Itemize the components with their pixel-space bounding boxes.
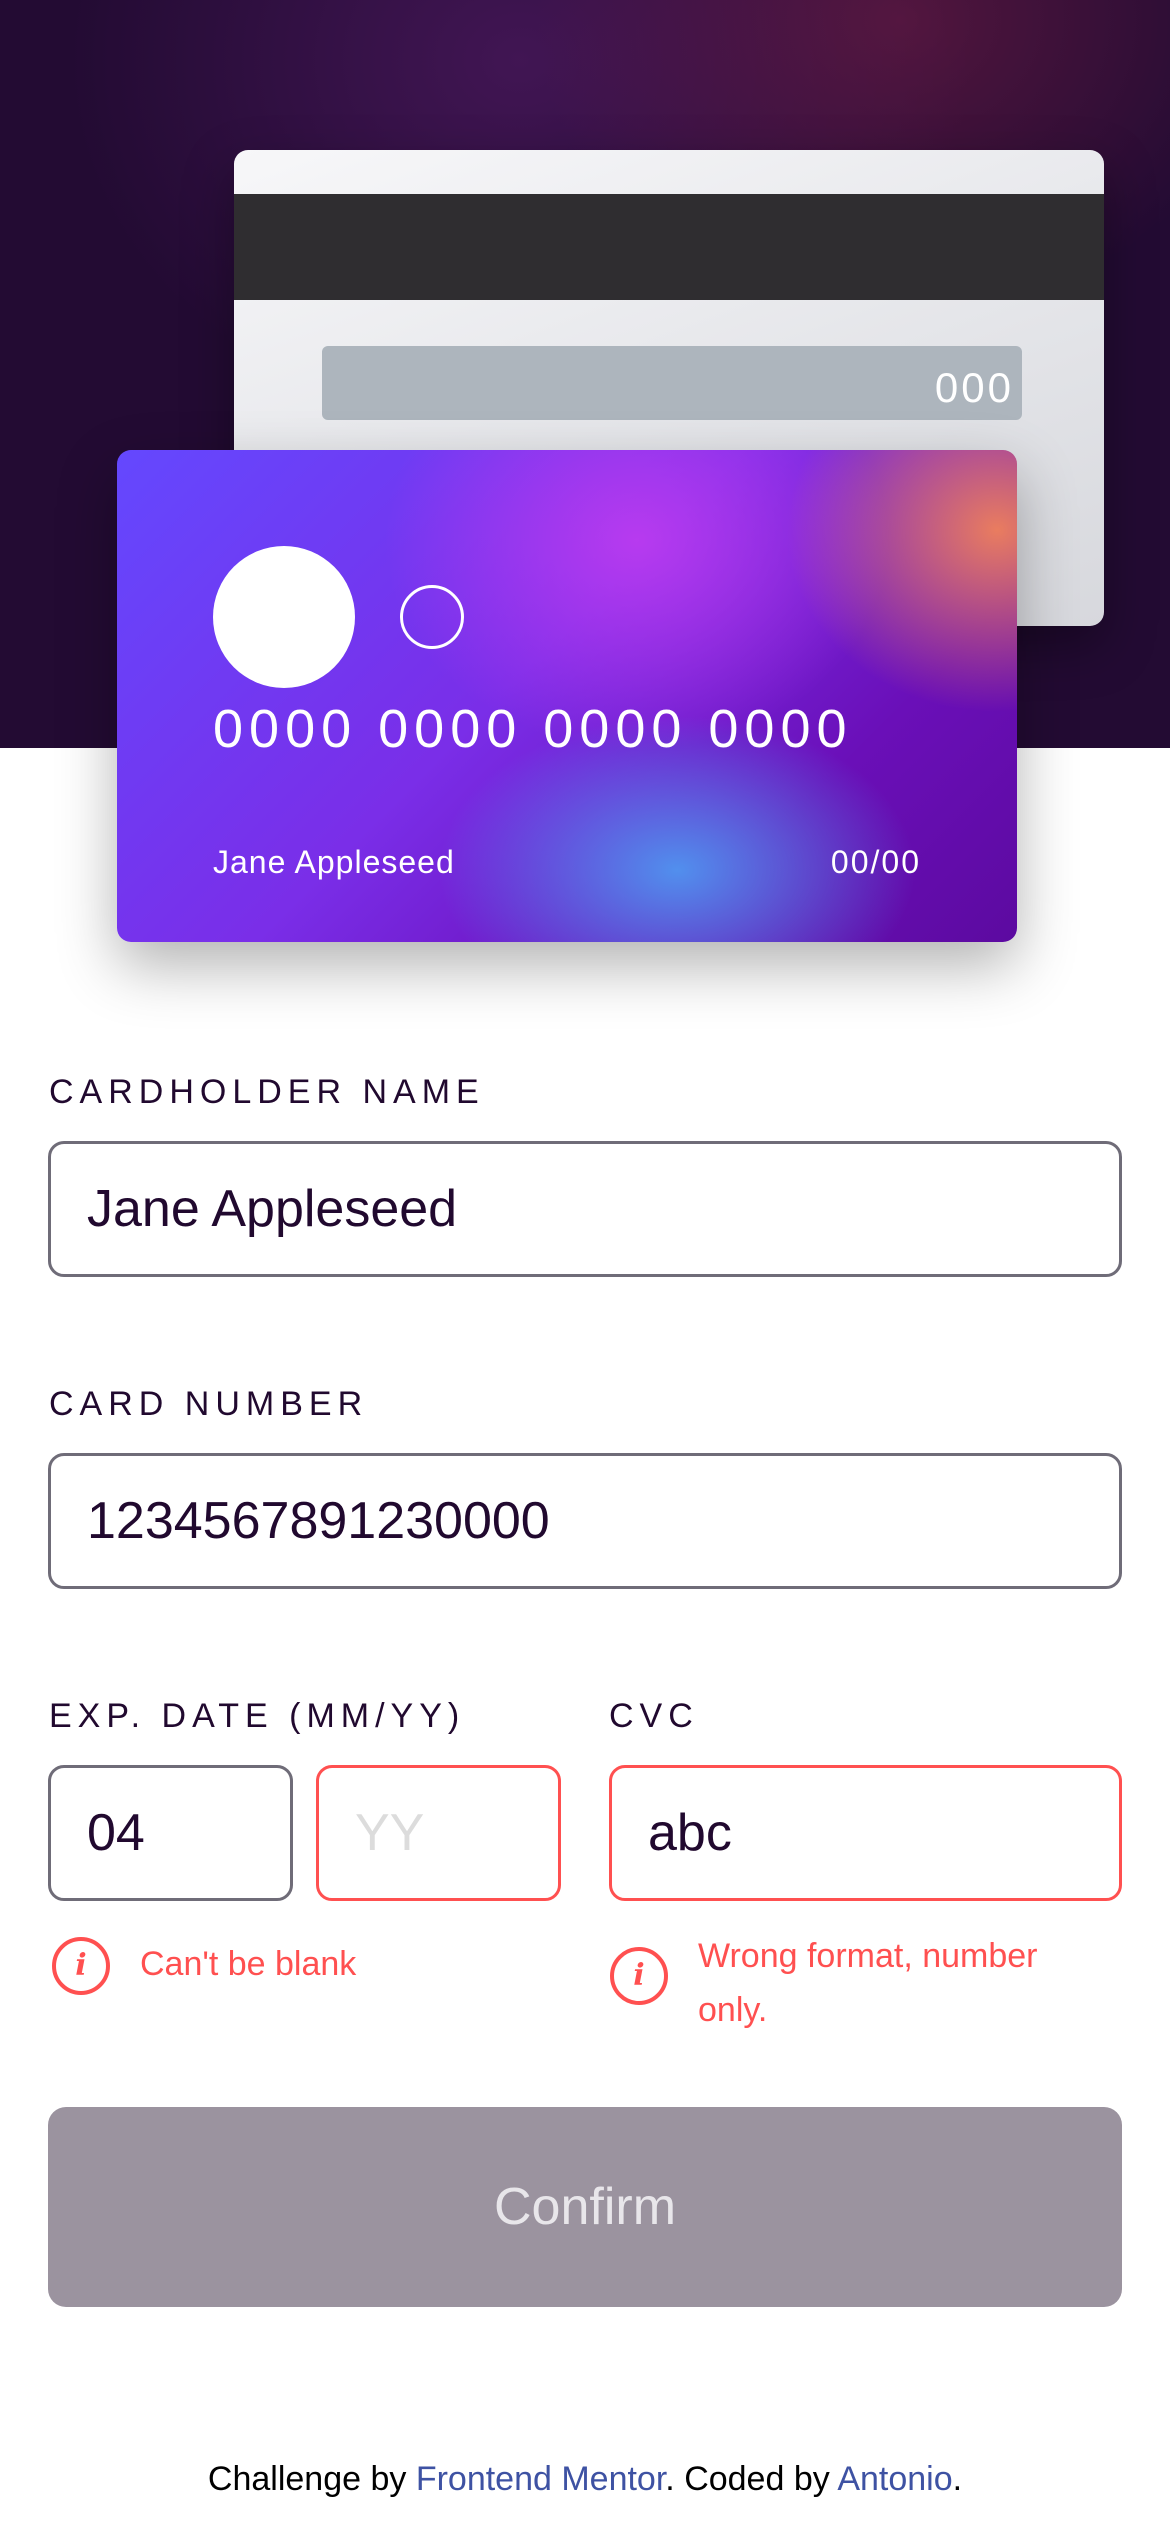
exp-year-input[interactable] xyxy=(316,1765,561,1901)
footer: Challenge by Frontend Mentor. Coded by A… xyxy=(0,2460,1170,2499)
cvc-error-line2: only. xyxy=(698,1991,768,2029)
card-number: 0000 0000 0000 0000 xyxy=(213,699,853,759)
frontend-mentor-link[interactable]: Frontend Mentor xyxy=(416,2460,665,2498)
footer-middle: . Coded by xyxy=(665,2460,838,2498)
cardholder-input[interactable] xyxy=(48,1141,1122,1277)
card-number-input[interactable] xyxy=(48,1453,1122,1589)
exp-date-error: i Can't be blank xyxy=(52,1937,356,1995)
cvc-error-line1: Wrong format, number xyxy=(698,1937,1038,1975)
exp-month-input[interactable] xyxy=(48,1765,293,1901)
card-cvc: 000 xyxy=(934,364,1014,411)
card-logo-ring-icon xyxy=(400,585,464,649)
card-logo-circle-icon xyxy=(213,546,355,688)
signature-strip xyxy=(322,346,1022,420)
confirm-button[interactable]: Confirm xyxy=(48,2107,1122,2307)
footer-suffix: . xyxy=(952,2460,963,2498)
cvc-input[interactable] xyxy=(609,1765,1122,1901)
footer-prefix: Challenge by xyxy=(207,2460,416,2498)
card-holder-name: Jane Appleseed xyxy=(213,844,455,880)
magnetic-stripe xyxy=(234,194,1104,300)
card-front: 0000 0000 0000 0000 Jane Appleseed 00/00 xyxy=(117,450,1017,942)
exp-date-label: EXP. DATE (MM/YY) xyxy=(49,1697,466,1735)
card-expiry: 00/00 xyxy=(830,844,921,880)
cvc-error-text: Wrong format, number only. xyxy=(698,1929,1038,2037)
cardholder-label: CARDHOLDER NAME xyxy=(49,1073,485,1111)
info-icon: i xyxy=(610,1947,668,2005)
cvc-label: CVC xyxy=(609,1697,699,1735)
cvc-error: i Wrong format, number only. xyxy=(610,1929,1038,2037)
card-number-label: CARD NUMBER xyxy=(49,1385,369,1423)
exp-date-error-text: Can't be blank xyxy=(140,1945,357,1983)
author-link[interactable]: Antonio xyxy=(837,2460,952,2498)
info-icon: i xyxy=(52,1937,110,1995)
